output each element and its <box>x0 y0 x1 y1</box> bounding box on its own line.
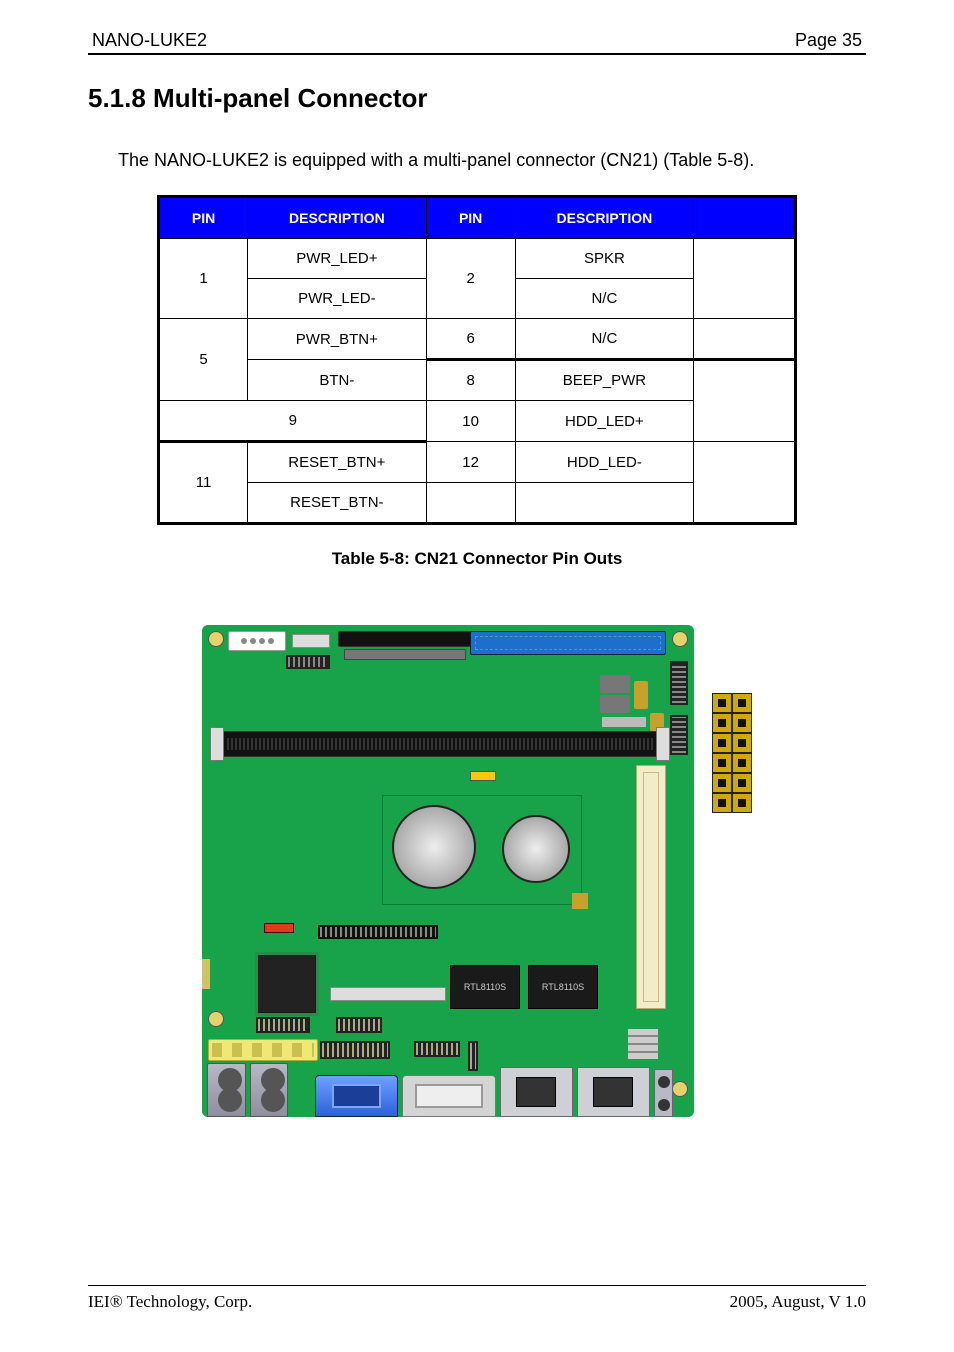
section-title: 5.1.8 Multi-panel Connector <box>88 83 866 114</box>
cell-empty <box>694 319 796 360</box>
jumper-icon <box>634 681 648 709</box>
cell: PWR_LED+ <box>248 239 426 279</box>
jumper-red-icon <box>264 923 294 933</box>
cn21-connector-detail-icon <box>712 693 752 813</box>
footer-version: 2005, August, V 1.0 <box>730 1292 866 1312</box>
component-icon <box>602 717 646 727</box>
footer-company: IEI® Technology, Corp. <box>88 1292 252 1312</box>
dvi-port-icon <box>402 1075 496 1117</box>
cell: N/C <box>515 319 693 360</box>
marker-icon <box>572 893 588 909</box>
cell: 9 <box>159 401 427 442</box>
cell: HDD_LED+ <box>515 401 693 442</box>
th-desc-left: DESCRIPTION <box>248 197 426 239</box>
cell: PWR_LED- <box>248 279 426 319</box>
mount-hole-icon <box>672 631 688 647</box>
pcb-board: RTL8110S RTL8110S <box>202 625 694 1117</box>
chip-icon <box>600 675 630 693</box>
cell: SPKR <box>515 239 693 279</box>
board-figure: RTL8110S RTL8110S <box>88 625 866 1117</box>
cell: RESET_BTN+ <box>248 442 426 483</box>
lan-port-icon <box>500 1067 573 1117</box>
header-small-icon <box>292 634 330 648</box>
th-pin-right: PIN <box>426 197 515 239</box>
cell: RESET_BTN- <box>248 483 426 524</box>
ide-connector-blue-icon <box>470 631 666 655</box>
ps2-port-icon <box>207 1063 245 1117</box>
th-pin-left: PIN <box>159 197 248 239</box>
pinout-table: PIN DESCRIPTION PIN DESCRIPTION 1 PWR_LE… <box>157 195 797 525</box>
cell: 2 <box>426 239 515 319</box>
cell-empty <box>694 360 796 442</box>
mount-hole-icon <box>208 1011 224 1027</box>
dimm-clip-icon <box>210 727 224 761</box>
lan-port-icon <box>577 1067 650 1117</box>
fan-header-icon <box>228 631 286 651</box>
cell: 12 <box>426 442 515 483</box>
cell: 8 <box>426 360 515 401</box>
cell-empty <box>694 442 796 524</box>
cell-empty <box>426 483 515 524</box>
cell: 5 <box>159 319 248 401</box>
pin-header-icon <box>318 925 438 939</box>
cell-empty <box>515 483 693 524</box>
cell: PWR_BTN+ <box>248 319 426 360</box>
cell: 11 <box>159 442 248 524</box>
page-footer: IEI® Technology, Corp. 2005, August, V 1… <box>88 1285 866 1312</box>
dimm-clip-icon <box>656 727 670 761</box>
table-caption: Table 5-8: CN21 Connector Pin Outs <box>88 549 866 569</box>
pin-header-icon <box>336 1017 382 1033</box>
ethernet-chip-icon: RTL8110S <box>528 965 598 1009</box>
cell: N/C <box>515 279 693 319</box>
audio-jack-icon <box>654 1069 673 1117</box>
cell: 1 <box>159 239 248 319</box>
header-icon <box>344 649 466 660</box>
cell: 6 <box>426 319 515 360</box>
cell: 10 <box>426 401 515 442</box>
mini-pci-slot-icon <box>636 765 666 1009</box>
edge-connector-icon <box>202 959 210 989</box>
header-product: NANO-LUKE2 <box>92 30 207 51</box>
chipset-fan-icon <box>502 815 570 883</box>
cell: BEEP_PWR <box>515 360 693 401</box>
vga-port-icon <box>315 1075 398 1117</box>
usb-header-icon <box>628 1029 658 1059</box>
pin-header-icon <box>414 1041 460 1057</box>
header-separator: NANO-LUKE2 Page 35 <box>88 30 866 55</box>
cell-empty <box>694 239 796 319</box>
ps2-port-icon <box>250 1063 288 1117</box>
header-icon <box>330 987 446 1001</box>
jumper-yellow-icon <box>470 771 496 781</box>
pin-header-icon <box>256 1017 310 1033</box>
plcc-chip-icon <box>258 955 316 1013</box>
ethernet-chip-icon: RTL8110S <box>450 965 520 1009</box>
th-desc-right: DESCRIPTION <box>515 197 693 239</box>
power-connector-icon <box>208 1039 318 1061</box>
dimm-slot-icon <box>216 731 664 757</box>
section-description: The NANO-LUKE2 is equipped with a multi-… <box>88 150 866 171</box>
pin-header-icon <box>670 715 688 755</box>
pin-header-icon <box>670 661 688 705</box>
rear-io-row <box>202 1063 694 1117</box>
pin-header-icon <box>286 655 330 669</box>
mount-hole-icon <box>208 631 224 647</box>
chip-icon <box>600 695 630 713</box>
pin-header-icon <box>320 1041 390 1059</box>
th-blank <box>694 197 796 239</box>
header-page: Page 35 <box>795 30 862 51</box>
cell: BTN- <box>248 360 426 401</box>
cell: HDD_LED- <box>515 442 693 483</box>
cpu-fan-icon <box>392 805 476 889</box>
